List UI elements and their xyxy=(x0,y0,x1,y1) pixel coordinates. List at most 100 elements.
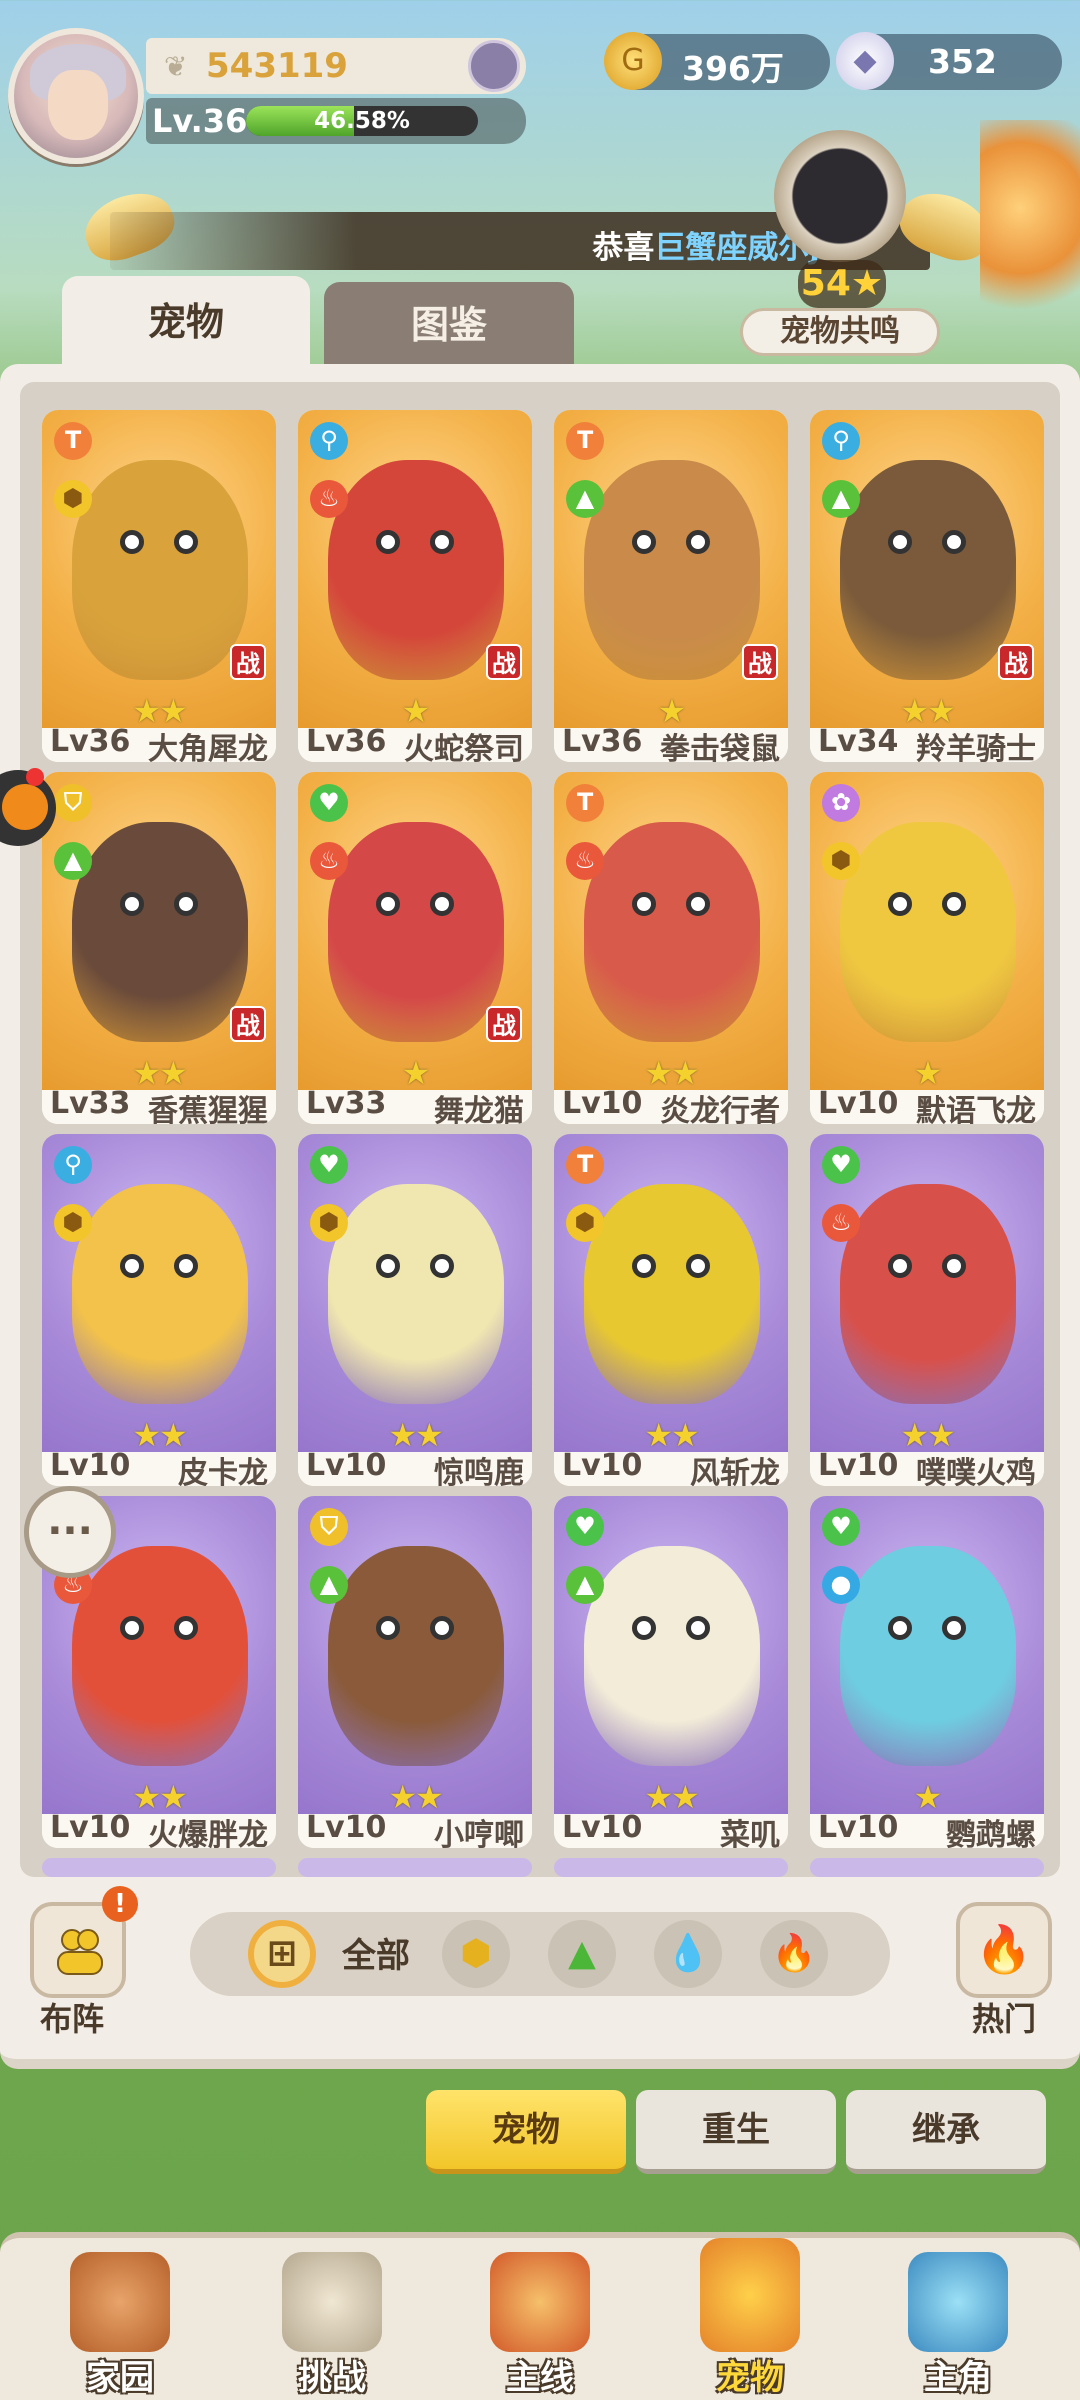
nav-challenge[interactable]: 挑战 xyxy=(232,2238,432,2400)
in-battle-badge: 战 xyxy=(486,644,522,680)
pet-name: 拳击袋鼠 xyxy=(660,732,780,762)
nav-hero[interactable]: 主角 xyxy=(858,2238,1058,2400)
reborn-button[interactable]: 重生 xyxy=(636,2090,836,2174)
pet-portrait xyxy=(72,822,248,1042)
pet-card-partial[interactable] xyxy=(42,1858,276,1877)
pet-eye xyxy=(686,1254,710,1278)
team-formation-button[interactable]: ! xyxy=(30,1886,138,1998)
filter-fire-button[interactable]: 🔥 xyxy=(760,1920,828,1988)
nav-main-story[interactable]: 主线 xyxy=(440,2238,640,2400)
pet-eye xyxy=(120,892,144,916)
pet-subtab-button[interactable]: 宠物 xyxy=(426,2090,626,2174)
gem-counter[interactable]: ◆ 352 xyxy=(836,32,1062,90)
heart-icon: ♥ xyxy=(822,1146,860,1184)
grass-icon: ▲ xyxy=(568,1933,596,1974)
pet-card[interactable]: ♥ ▲ ★★ Lv10 菜叽 xyxy=(554,1496,788,1848)
pet-level: Lv36 xyxy=(562,724,643,759)
pet-portrait xyxy=(840,822,1016,1042)
inherit-button[interactable]: 继承 xyxy=(846,2090,1046,2174)
hot-sort-label: 热门 xyxy=(972,2000,1037,2038)
pet-card[interactable]: ♥ ⬢ ★★ Lv10 惊鸣鹿 xyxy=(298,1134,532,1486)
pet-card[interactable]: ✿ ⬢ ★ Lv10 默语飞龙 xyxy=(810,772,1044,1124)
pet-card[interactable]: ♥ ♨ ★ 战 Lv33 舞龙猫 xyxy=(298,772,532,1124)
resonance-orb-icon xyxy=(774,130,906,262)
gem-amount: 352 xyxy=(928,42,997,81)
tab-pet[interactable]: 宠物 xyxy=(62,276,310,368)
pet-eye xyxy=(942,1254,966,1278)
pet-card-footer: Lv10 皮卡龙 xyxy=(42,1448,276,1486)
nav-main-label: 主线 xyxy=(506,2358,574,2398)
pet-card[interactable]: T ♨ ★★ Lv10 炎龙行者 xyxy=(554,772,788,1124)
pet-portrait xyxy=(72,1546,248,1766)
pet-name: 皮卡龙 xyxy=(178,1456,268,1486)
pet-card[interactable]: ⚲ ♨ ★ 战 Lv36 火蛇祭司 xyxy=(298,410,532,762)
pet-name: 香蕉猩猩 xyxy=(148,1094,268,1124)
pet-resonance[interactable]: 54★ 宠物共鸣 xyxy=(740,130,940,360)
filter-all-button[interactable]: ⊞ xyxy=(248,1920,316,1988)
pet-eye xyxy=(430,530,454,554)
nav-hero-label: 主角 xyxy=(924,2358,992,2398)
pet-card[interactable]: ⛉ ▲ ★★ Lv10 小哼唧 xyxy=(298,1496,532,1848)
pet-portrait xyxy=(328,460,504,680)
pet-card-footer: Lv10 菜叽 xyxy=(554,1810,788,1848)
pet-dragon-icon xyxy=(700,2238,800,2352)
pet-eye xyxy=(376,530,400,554)
chat-icon[interactable]: ··· xyxy=(24,1486,116,1578)
pet-level: Lv10 xyxy=(50,1448,131,1483)
pet-level: Lv10 xyxy=(818,1810,899,1845)
pet-eye xyxy=(430,1616,454,1640)
player-score-plate: ❦ 543119 xyxy=(146,38,526,94)
pet-card[interactable]: ♥ ● ★ Lv10 鹦鹉螺 xyxy=(810,1496,1044,1848)
filter-water-button[interactable]: 💧 xyxy=(654,1920,722,1988)
grass-icon: ▲ xyxy=(822,480,860,518)
pet-card[interactable]: ⚲ ▲ ★★ 战 Lv34 羚羊骑士 xyxy=(810,410,1044,762)
earth-icon: ⬢ xyxy=(54,1204,92,1242)
pet-card[interactable]: ⛉ ▲ ★★ 战 Lv33 香蕉猩猩 xyxy=(42,772,276,1124)
pet-card-footer: Lv10 惊鸣鹿 xyxy=(298,1448,532,1486)
pet-eye xyxy=(888,892,912,916)
hot-sort-button[interactable]: 🔥 xyxy=(956,1902,1052,1998)
rank-badge-icon[interactable] xyxy=(468,40,520,92)
tab-dex[interactable]: 图鉴 xyxy=(324,282,574,368)
pet-name: 火蛇祭司 xyxy=(404,732,524,762)
player-score: 543119 xyxy=(206,46,348,86)
pet-level: Lv10 xyxy=(818,1448,899,1483)
pet-portrait xyxy=(840,460,1016,680)
pet-card-footer: Lv36 大角犀龙 xyxy=(42,724,276,762)
side-activity-inner xyxy=(2,784,48,830)
pet-card[interactable]: ⚲ ⬢ ★★ Lv10 皮卡龙 xyxy=(42,1134,276,1486)
resonance-label: 宠物共鸣 xyxy=(740,308,940,356)
pet-eye xyxy=(942,1616,966,1640)
pet-eye xyxy=(888,1254,912,1278)
gold-counter[interactable]: G 396万 xyxy=(604,32,830,90)
exp-percent: 46.58% xyxy=(314,108,410,134)
in-battle-badge: 战 xyxy=(230,1006,266,1042)
pet-card-partial[interactable] xyxy=(298,1858,532,1877)
pet-eye xyxy=(632,530,656,554)
pet-card[interactable]: T ▲ ★ 战 Lv36 拳击袋鼠 xyxy=(554,410,788,762)
pet-name: 炎龙行者 xyxy=(660,1094,780,1124)
shield-icon: ⛉ xyxy=(310,1508,348,1546)
pet-name: 菜叽 xyxy=(720,1818,780,1848)
hammer-icon: T xyxy=(566,422,604,460)
hammer-icon: T xyxy=(566,1146,604,1184)
nav-home[interactable]: 家园 xyxy=(20,2238,220,2400)
filter-earth-button[interactable]: ⬢ xyxy=(442,1920,510,1988)
pet-card[interactable]: T ⬢ ★★ Lv10 风斩龙 xyxy=(554,1134,788,1486)
pet-eye xyxy=(120,530,144,554)
nav-pet[interactable]: 宠物 xyxy=(650,2238,850,2400)
filter-grass-button[interactable]: ▲ xyxy=(548,1920,616,1988)
heart-icon: ♥ xyxy=(310,1146,348,1184)
player-avatar[interactable] xyxy=(8,28,144,164)
pet-card[interactable]: T ⬢ ★★ 战 Lv36 大角犀龙 xyxy=(42,410,276,762)
pet-card-footer: Lv33 香蕉猩猩 xyxy=(42,1086,276,1124)
pet-card-partial[interactable] xyxy=(810,1858,1044,1877)
exp-bar: 46.58% xyxy=(246,106,478,136)
pet-grid[interactable]: T ⬢ ★★ 战 Lv36 大角犀龙 ⚲ ♨ ★ 战 Lv36 火蛇祭司 T ▲ ★ 战 Lv36 拳击袋鼠 ⚲ ▲ ★… xyxy=(20,382,1060,1877)
water-icon: ● xyxy=(822,1566,860,1604)
pet-card-partial[interactable] xyxy=(554,1858,788,1877)
fire-icon: ♨ xyxy=(310,842,348,880)
pet-card[interactable]: ♥ ♨ ★★ Lv10 噗噗火鸡 xyxy=(810,1134,1044,1486)
pet-eye xyxy=(888,530,912,554)
wings-icon: ❦ xyxy=(164,50,188,83)
